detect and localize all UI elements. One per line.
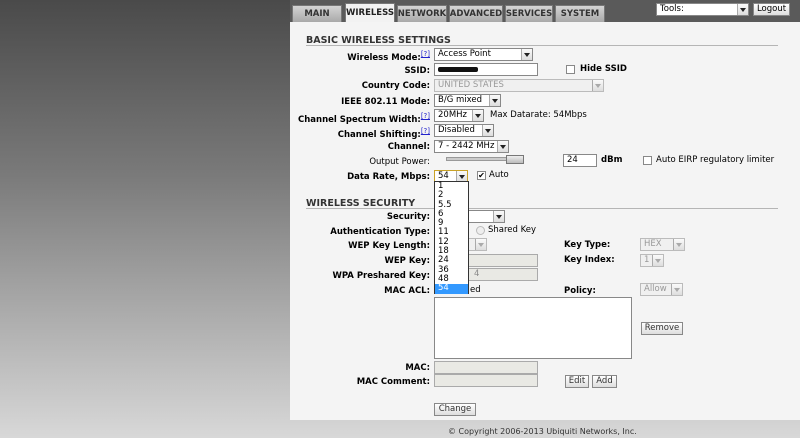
policy-value: Allow (644, 284, 667, 294)
shared-key-label: Shared Key (488, 225, 537, 235)
tab-wireless[interactable]: WIRELESS (345, 3, 395, 22)
tab-services[interactable]: SERVICES (505, 5, 553, 22)
tab-network[interactable]: NETWORK (397, 5, 447, 22)
wireless-mode-label: Wireless Mode:[?] (290, 50, 430, 63)
tools-select-value: Tools: (660, 4, 684, 14)
channel-label: Channel: (387, 142, 430, 152)
channel-shifting-value: Disabled (438, 125, 475, 135)
output-power-slider-thumb[interactable] (506, 155, 524, 164)
spectrum-width-select[interactable]: 20MHz (434, 109, 484, 122)
chevron-down-icon (472, 110, 483, 121)
key-type-value: HEX (644, 239, 662, 249)
auto-rate-checkbox[interactable]: ✔ (477, 171, 486, 180)
policy-select[interactable]: Allow (640, 283, 683, 296)
copyright: © Copyright 2006-2013 Ubiquiti Networks,… (448, 427, 637, 436)
country-code-select[interactable]: UNITED STATES (434, 79, 604, 92)
ieee-mode-select[interactable]: B/G mixed (434, 94, 501, 107)
ieee-mode-label: IEEE 802.11 Mode: (341, 97, 430, 107)
shared-key-radio[interactable] (476, 226, 485, 235)
max-datarate-text: Max Datarate: 54Mbps (490, 110, 587, 120)
logout-button[interactable]: Logout (753, 3, 790, 16)
data-rate-dropdown[interactable]: 1 2 5.5 6 9 11 12 18 24 36 48 54 (434, 181, 469, 294)
ssid-input[interactable] (434, 63, 538, 76)
tab-advanced[interactable]: ADVANCED (449, 5, 503, 22)
chevron-down-icon (475, 239, 486, 250)
key-type-select[interactable]: HEX (640, 238, 685, 251)
channel-shifting-label-text: Channel Shifting: (337, 129, 421, 140)
chevron-down-icon (521, 49, 532, 60)
channel-shifting-label: Channel Shifting:[?] (290, 127, 430, 140)
add-button[interactable]: Add (592, 375, 617, 388)
spectrum-width-label-text: Channel Spectrum Width: (298, 114, 421, 125)
country-code-label: Country Code: (361, 81, 430, 91)
spectrum-width-value: 20MHz (438, 110, 468, 120)
wep-key-label: WEP Key: (384, 256, 430, 266)
mac-label: MAC: (405, 363, 430, 373)
change-button[interactable]: Change (434, 403, 476, 416)
mac-comment-label: MAC Comment: (356, 377, 430, 387)
data-rate-label: Data Rate, Mbps: (347, 172, 430, 182)
edit-button[interactable]: Edit (565, 375, 589, 388)
chevron-down-icon (671, 284, 682, 295)
chevron-down-icon (592, 80, 603, 91)
tools-select[interactable]: Tools: (656, 3, 749, 16)
wireless-mode-value: Access Point (438, 49, 491, 59)
wireless-mode-label-text: Wireless Mode: (347, 52, 421, 63)
chevron-down-icon (493, 211, 504, 222)
auth-type-label: Authentication Type: (330, 227, 430, 237)
tab-system[interactable]: SYSTEM (555, 5, 605, 22)
chevron-down-icon (489, 95, 500, 106)
auto-rate-label: Auto (489, 170, 509, 180)
chevron-down-icon (497, 141, 508, 152)
mac-acl-label: MAC ACL: (384, 286, 430, 296)
chevron-down-icon (652, 255, 663, 266)
ssid-redacted (438, 67, 478, 72)
spectrum-width-label: Channel Spectrum Width:[?] (290, 112, 430, 125)
channel-value: 7 - 2442 MHz (438, 141, 495, 151)
remove-button[interactable]: Remove (641, 322, 683, 335)
key-index-select[interactable]: 1 (640, 254, 664, 267)
eirp-checkbox[interactable] (643, 156, 652, 165)
hide-ssid-label: Hide SSID (580, 64, 627, 74)
chevron-down-icon (482, 125, 493, 136)
mac-acl-list[interactable] (434, 297, 632, 359)
key-index-label: Key Index: (564, 255, 615, 265)
channel-shifting-select[interactable]: Disabled (434, 124, 494, 137)
data-rate-option[interactable]: 54 (435, 283, 468, 294)
key-index-value: 1 (644, 255, 650, 265)
output-power-input[interactable]: 24 (563, 154, 597, 167)
chevron-down-icon (737, 4, 748, 15)
divider (306, 208, 778, 209)
divider (306, 45, 778, 46)
output-power-value: 24 (567, 155, 578, 165)
dbm-unit: dBm (601, 155, 623, 165)
hide-ssid-checkbox[interactable] (566, 65, 575, 74)
ieee-mode-value: B/G mixed (438, 95, 483, 105)
wireless-mode-help-link[interactable]: [?] (421, 50, 430, 58)
data-rate-value: 54 (438, 171, 449, 181)
wpa-key-value: 4 (474, 269, 480, 279)
policy-label: Policy: (564, 286, 596, 296)
ssid-label: SSID: (404, 66, 430, 76)
wep-key-length-label: WEP Key Length: (348, 241, 430, 251)
mac-comment-input[interactable] (434, 374, 538, 387)
channel-select[interactable]: 7 - 2442 MHz (434, 140, 509, 153)
country-code-value: UNITED STATES (438, 80, 504, 90)
mac-input[interactable] (434, 361, 538, 374)
output-power-label: Output Power: (369, 157, 430, 167)
key-type-label: Key Type: (564, 240, 611, 250)
eirp-label: Auto EIRP regulatory limiter (656, 155, 775, 165)
mac-acl-status: ed (470, 285, 481, 295)
spectrum-width-help-link[interactable]: [?] (421, 112, 430, 120)
security-label: Security: (386, 212, 430, 222)
channel-shifting-help-link[interactable]: [?] (421, 127, 430, 135)
tab-main[interactable]: MAIN (292, 5, 342, 22)
wireless-mode-select[interactable]: Access Point (434, 48, 533, 61)
chevron-down-icon (673, 239, 684, 250)
wpa-key-label: WPA Preshared Key: (332, 271, 430, 281)
